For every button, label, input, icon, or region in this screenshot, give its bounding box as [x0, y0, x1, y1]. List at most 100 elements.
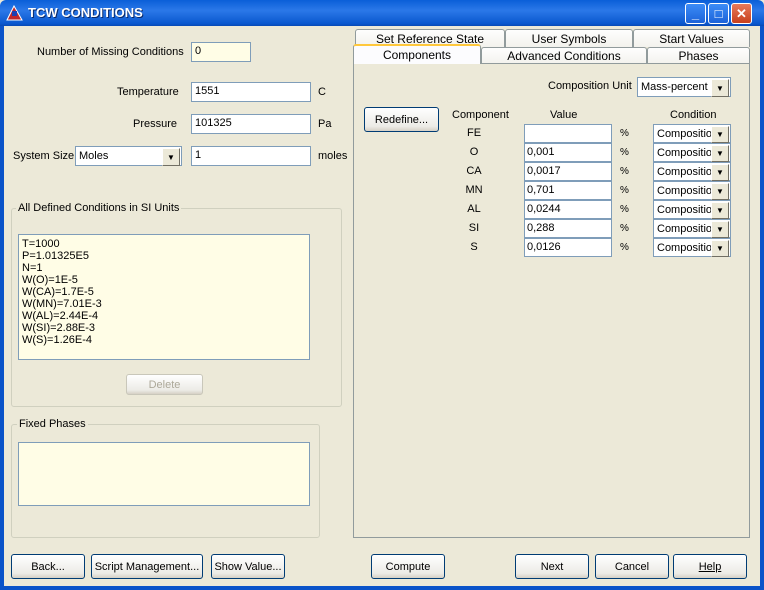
- close-icon: ✕: [736, 5, 747, 21]
- window-frame-bottom: [0, 586, 764, 590]
- component-unit: %: [620, 204, 629, 215]
- system-size-selected: Moles: [79, 150, 109, 162]
- component-name: SI: [468, 222, 480, 234]
- chevron-down-icon: ▼: [711, 79, 729, 97]
- component-name: AL: [467, 203, 481, 215]
- tab-components[interactable]: Components: [353, 44, 481, 64]
- help-button[interactable]: Help: [673, 554, 747, 579]
- system-size-label: System Size: [13, 150, 75, 162]
- chevron-down-icon: ▼: [711, 126, 729, 143]
- delete-button[interactable]: Delete: [126, 374, 203, 395]
- composition-unit-selected: Mass-percent: [641, 81, 708, 93]
- component-condition-select[interactable]: Composition ▼: [653, 124, 731, 143]
- app-icon[interactable]: [6, 4, 23, 21]
- si-condition-line: W(CA)=1.7E-5: [22, 286, 94, 298]
- component-condition-select[interactable]: Composition ▼: [653, 162, 731, 181]
- si-condition-line: W(O)=1E-5: [22, 274, 78, 286]
- component-name: S: [470, 241, 478, 253]
- condition-header: Condition: [670, 109, 717, 121]
- tab-user-symbols[interactable]: User Symbols: [505, 29, 633, 47]
- value-header: Value: [550, 109, 578, 121]
- system-size-field[interactable]: 1: [191, 146, 311, 166]
- system-size-unit: moles: [318, 150, 348, 162]
- component-name: FE: [466, 127, 482, 139]
- fixed-phases-list[interactable]: [18, 442, 310, 506]
- si-condition-line: W(S)=1.26E-4: [22, 334, 92, 346]
- component-condition-select[interactable]: Composition ▼: [653, 181, 731, 200]
- component-value-field[interactable]: [524, 124, 612, 143]
- component-condition-selected: Composition: [657, 166, 719, 178]
- component-unit: %: [620, 185, 629, 196]
- chevron-down-icon: ▼: [162, 148, 180, 166]
- component-condition-selected: Composition: [657, 147, 719, 159]
- back-button[interactable]: Back...: [11, 554, 85, 579]
- window-frame-right: [760, 26, 764, 590]
- missing-conditions-label: Number of Missing Conditions: [37, 46, 184, 58]
- component-header: Component: [452, 109, 509, 121]
- composition-unit-label: Composition Unit: [548, 80, 632, 92]
- component-condition-selected: Composition: [657, 185, 719, 197]
- window-frame-left: [0, 26, 4, 590]
- component-value-field[interactable]: 0,0244: [524, 200, 612, 219]
- window-title: TCW CONDITIONS: [28, 5, 143, 20]
- close-button[interactable]: ✕: [731, 3, 752, 24]
- chevron-down-icon: ▼: [711, 164, 729, 181]
- temperature-field[interactable]: 1551: [191, 82, 311, 102]
- si-condition-line: W(AL)=2.44E-4: [22, 310, 99, 322]
- chevron-down-icon: ▼: [711, 183, 729, 200]
- component-condition-select[interactable]: Composition ▼: [653, 200, 731, 219]
- chevron-down-icon: ▼: [711, 202, 729, 219]
- component-condition-select[interactable]: Composition ▼: [653, 219, 731, 238]
- si-condition-line: P=1.01325E5: [22, 250, 89, 262]
- component-value-field[interactable]: 0,701: [524, 181, 612, 200]
- component-unit: %: [620, 223, 629, 234]
- system-size-select[interactable]: Moles ▼: [75, 146, 182, 166]
- temperature-unit: C: [318, 86, 326, 98]
- temperature-label: Temperature: [117, 86, 179, 98]
- maximize-icon: □: [714, 6, 723, 21]
- cancel-button[interactable]: Cancel: [595, 554, 669, 579]
- component-value-field[interactable]: 0,001: [524, 143, 612, 162]
- si-condition-line: W(MN)=7.01E-3: [22, 298, 102, 310]
- component-unit: %: [620, 166, 629, 177]
- component-unit: %: [620, 242, 629, 253]
- pressure-label: Pressure: [133, 118, 178, 130]
- component-name: CA: [466, 165, 482, 177]
- tab-start-values[interactable]: Start Values: [633, 29, 750, 47]
- component-unit: %: [620, 128, 629, 139]
- si-condition-line: T=1000: [22, 238, 60, 250]
- component-condition-select[interactable]: Composition ▼: [653, 238, 731, 257]
- component-name: O: [469, 146, 479, 158]
- si-conditions-title: All Defined Conditions in SI Units: [16, 202, 182, 214]
- component-value-field[interactable]: 0,0017: [524, 162, 612, 181]
- minimize-button[interactable]: _: [685, 3, 706, 24]
- composition-unit-select[interactable]: Mass-percent ▼: [637, 77, 731, 97]
- next-button[interactable]: Next: [515, 554, 589, 579]
- script-management-button[interactable]: Script Management...: [91, 554, 203, 579]
- component-name: MN: [465, 184, 483, 196]
- component-unit: %: [620, 147, 629, 158]
- pressure-unit: Pa: [318, 118, 332, 130]
- minimize-icon: _: [691, 6, 700, 21]
- compute-button[interactable]: Compute: [371, 554, 445, 579]
- tab-advanced-conditions[interactable]: Advanced Conditions: [481, 47, 647, 64]
- component-value-field[interactable]: 0,288: [524, 219, 612, 238]
- component-value-field[interactable]: 0,0126: [524, 238, 612, 257]
- component-condition-selected: Composition: [657, 204, 719, 216]
- component-condition-selected: Composition: [657, 223, 719, 235]
- maximize-button[interactable]: □: [708, 3, 729, 24]
- pressure-field[interactable]: 101325: [191, 114, 311, 134]
- redefine-button[interactable]: Redefine...: [364, 107, 439, 132]
- tab-phases[interactable]: Phases: [647, 47, 750, 64]
- fixed-phases-title: Fixed Phases: [17, 418, 88, 430]
- si-condition-line: N=1: [22, 262, 43, 274]
- show-value-button[interactable]: Show Value...: [211, 554, 285, 579]
- si-conditions-list[interactable]: T=1000 P=1.01325E5 N=1 W(O)=1E-5 W(CA)=1.7E-…: [18, 234, 310, 360]
- missing-conditions-field[interactable]: 0: [191, 42, 251, 62]
- component-condition-select[interactable]: Composition ▼: [653, 143, 731, 162]
- chevron-down-icon: ▼: [711, 240, 729, 257]
- component-condition-selected: Composition: [657, 242, 719, 254]
- si-condition-line: W(SI)=2.88E-3: [22, 322, 96, 334]
- component-condition-selected: Composition: [657, 128, 719, 140]
- chevron-down-icon: ▼: [711, 221, 729, 238]
